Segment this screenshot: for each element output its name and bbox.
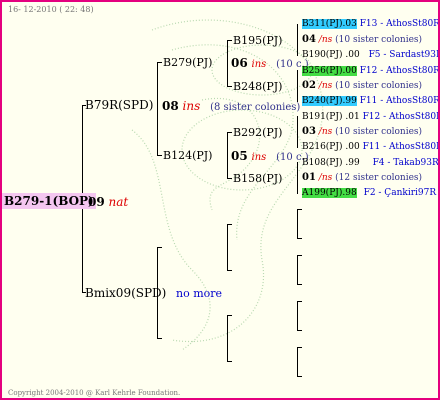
gen2-generation: 06 ins (10 c.) [231, 56, 309, 70]
connector-line [227, 86, 232, 87]
connector-line [227, 40, 228, 87]
root-generation: 09 nat [88, 195, 129, 209]
gen4-queen-row[interactable]: B256(PJ).00 F12 - AthosSt80R [302, 65, 438, 77]
pedigree-frame: 16- 12-2010 ( 22: 48) B279-1(BOP) 09 nat… [0, 0, 440, 400]
empty-branch-line [227, 315, 228, 362]
connector-line [227, 40, 232, 41]
gen3-queen-label[interactable]: B158(PJ) [233, 172, 282, 186]
gen4-generation-row: 03 /ns (10 sister colonies) [302, 126, 423, 137]
empty-branch-line [297, 255, 302, 256]
connector-line [227, 132, 228, 179]
connector-line [157, 62, 158, 156]
gen2-generation: 05 ins (10 c.) [231, 149, 309, 163]
gen4-queen-row[interactable]: B190(PJ) .00 F5 - Sardast93R [302, 49, 438, 61]
gen4-queen-row[interactable]: B240(PJ).99 F11 - AthosSt80R [302, 95, 438, 107]
gen3-queen-label[interactable]: B195(PJ) [233, 34, 282, 48]
gen4-generation-row: 02 /ns (10 sister colonies) [302, 80, 423, 91]
connector-line [297, 116, 298, 148]
empty-branch-line [227, 224, 228, 271]
empty-branch-line [227, 224, 232, 225]
connector-line [297, 24, 298, 56]
empty-branch-line [297, 347, 298, 377]
gen4-generation-row: 04 /ns (10 sister colonies) [302, 34, 423, 45]
gen4-queen-row[interactable]: B216(PJ) .00 F11 - AthosSt80R [302, 141, 438, 153]
gen4-generation-row: 01 /ns (12 sister colonies) [302, 172, 423, 183]
empty-branch-line [297, 255, 298, 285]
empty-branch-line [297, 330, 302, 331]
empty-branch-line [227, 315, 232, 316]
empty-branch-line [157, 247, 162, 248]
gen3-queen-label[interactable]: B292(PJ) [233, 126, 282, 140]
connector-line [157, 62, 162, 63]
no-more-note: no more [176, 287, 223, 300]
root-queen-label[interactable]: B279-1(BOP) [2, 193, 96, 209]
dam-queen-label[interactable]: Bmix09(SPD) [85, 286, 166, 301]
empty-branch-line [297, 238, 302, 239]
connector-line [227, 132, 232, 133]
gen2-queen-label[interactable]: B124(PJ) [163, 149, 212, 163]
empty-branch-line [297, 347, 302, 348]
empty-branch-line [297, 209, 302, 210]
connector-line [227, 178, 232, 179]
gen4-queen-row[interactable]: B311(PJ).03 F13 - AthosSt80R [302, 18, 438, 30]
copyright-footer: Copyright 2004-2010 @ Karl Kehrle Founda… [8, 389, 181, 397]
timestamp: 16- 12-2010 ( 22: 48) [8, 5, 94, 14]
connector-line [297, 162, 298, 194]
connector-line [157, 155, 162, 156]
empty-branch-line [297, 209, 298, 239]
empty-branch-line [297, 376, 302, 377]
gen4-queen-row[interactable]: A199(PJ).98 F2 - Çankiri97R [302, 187, 436, 199]
gen3-queen-label[interactable]: B248(PJ) [233, 80, 282, 94]
empty-branch-line [297, 284, 302, 285]
empty-branch-line [227, 270, 232, 271]
connector-line [297, 70, 298, 102]
empty-branch-line [297, 301, 298, 331]
empty-branch-line [297, 301, 302, 302]
empty-branch-line [157, 338, 162, 339]
gen2-queen-label[interactable]: B279(PJ) [163, 56, 212, 70]
empty-branch-line [227, 361, 232, 362]
sire-generation: 08 ins (8 sister colonies) [162, 99, 301, 113]
sire-queen-label[interactable]: B79R(SPD) [85, 98, 153, 113]
gen4-queen-row[interactable]: B191(PJ) .01 F12 - AthosSt80R [302, 111, 438, 123]
gen4-queen-row[interactable]: B108(PJ) .99 F4 - Takab93R [302, 157, 438, 169]
